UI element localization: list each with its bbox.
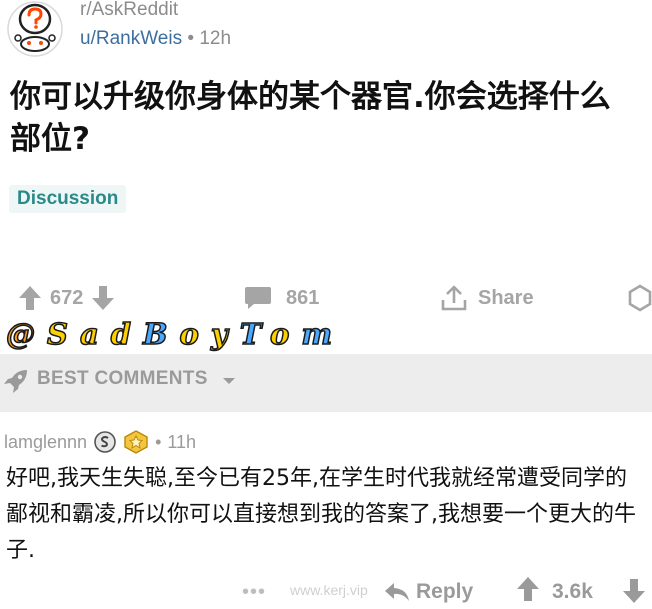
arrow-down-icon — [92, 286, 115, 310]
comment-meta: lamglennn • 11h — [4, 430, 196, 454]
arrow-up-icon — [19, 286, 41, 310]
watermark-char: a — [79, 316, 111, 352]
separator-dot: • — [187, 28, 195, 49]
askreddit-question-mark-icon — [7, 1, 63, 57]
subreddit-avatar[interactable] — [6, 0, 64, 58]
gold-award-icon — [124, 430, 148, 454]
upvote-count: 672 — [50, 286, 84, 309]
reply-button[interactable]: Reply — [384, 578, 473, 606]
comment-upvote-button[interactable] — [516, 576, 540, 608]
share-icon — [441, 285, 467, 311]
comment-vote-bar: 3.6k — [516, 576, 593, 608]
post-vote-bar: 672 — [18, 284, 115, 312]
silver-award-icon — [94, 431, 116, 453]
comment-author[interactable]: lamglennn — [4, 432, 87, 453]
comment-body: 好吧,我天生失聪,至今已有25年,在学生时代我就经常遭受同学的鄙视和霸凌,所以你… — [6, 466, 636, 563]
subreddit-name[interactable]: r/AskReddit — [80, 0, 178, 20]
comment-count: 861 — [286, 286, 320, 309]
share-button[interactable]: Share — [440, 284, 534, 312]
sort-icon-wrap — [2, 368, 30, 399]
site-watermark: www.kerj.vip — [290, 582, 368, 598]
watermark-char: d — [110, 316, 144, 352]
post-title[interactable]: 你可以升级你身体的某个器官.你会选择什么部位? — [10, 76, 640, 160]
post-author-row: u/RankWeis • 12h — [80, 28, 231, 50]
comment-score: 3.6k — [552, 580, 593, 603]
award-button[interactable] — [628, 284, 652, 317]
watermark-char: T — [239, 316, 271, 352]
post-flair[interactable]: Discussion — [9, 185, 127, 213]
watermark-char: B — [142, 316, 180, 352]
comment-downvote-button[interactable] — [622, 578, 646, 609]
arrow-up-icon — [517, 577, 539, 601]
watermark-char: o — [269, 316, 302, 352]
upvote-button[interactable] — [18, 285, 42, 311]
downvote-button[interactable] — [91, 285, 115, 311]
share-label: Share — [478, 286, 534, 309]
watermark-char: o — [179, 316, 211, 352]
more-options-button[interactable]: ••• — [242, 578, 266, 606]
separator-dot: • — [155, 431, 162, 452]
speech-bubble-icon — [245, 287, 271, 309]
sort-label[interactable]: BEST COMMENTS — [37, 367, 208, 391]
post-author-link[interactable]: u/RankWeis — [80, 28, 182, 49]
comments-button[interactable]: 861 — [244, 284, 319, 312]
watermark-char: S — [46, 316, 80, 352]
reply-arrow-icon — [385, 583, 409, 601]
rocket-icon — [4, 370, 27, 393]
user-watermark: @SadBoyTom — [5, 312, 345, 356]
watermark-char: y — [210, 316, 240, 352]
chevron-down-icon — [223, 378, 235, 384]
watermark-char: m — [301, 316, 345, 352]
reply-label: Reply — [416, 580, 474, 603]
post-timestamp: 12h — [199, 28, 232, 49]
arrow-down-icon — [623, 579, 645, 603]
sort-dropdown[interactable] — [222, 373, 236, 391]
watermark-char: @ — [5, 316, 47, 352]
award-icon — [628, 284, 652, 312]
comment-timestamp: 11h — [167, 431, 197, 452]
